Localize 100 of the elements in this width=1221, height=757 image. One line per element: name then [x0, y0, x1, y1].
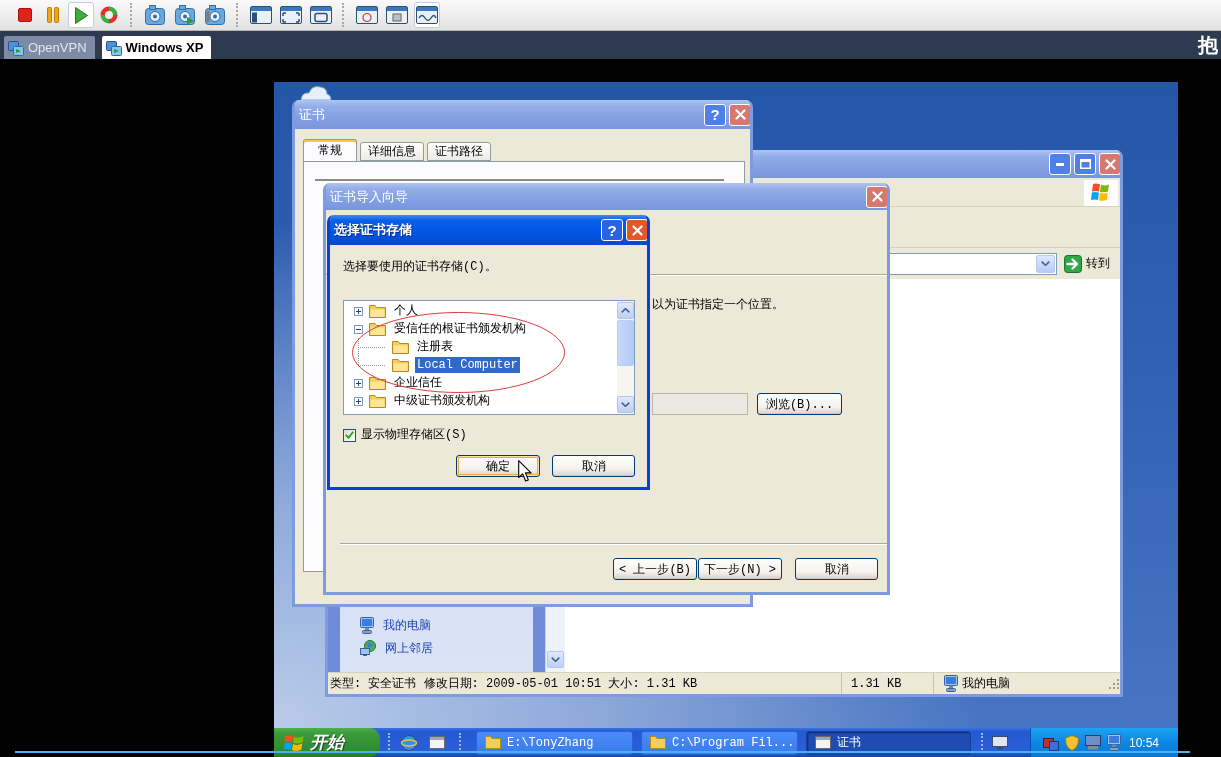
window-box-icon	[386, 6, 408, 24]
clock: 10:54	[1129, 735, 1160, 750]
close-icon	[1104, 158, 1116, 170]
cancel-button[interactable]: 取消	[795, 558, 878, 580]
help-button[interactable]: ?	[704, 103, 726, 126]
expand-icon[interactable]	[354, 396, 363, 406]
go-button[interactable]: 转到	[1062, 251, 1112, 276]
display-icon[interactable]	[1085, 735, 1101, 750]
globe-icon[interactable]	[401, 734, 417, 751]
expand-icon[interactable]	[354, 378, 363, 388]
toolbar-button[interactable]	[68, 2, 94, 28]
tree-item[interactable]: 个人	[392, 303, 420, 319]
monitor-icon[interactable]	[992, 735, 1008, 750]
sidebar-link[interactable]: 我的电脑	[360, 615, 431, 635]
minimize-button[interactable]	[1049, 153, 1071, 175]
scroll-thumb[interactable]	[617, 320, 634, 366]
toolbar-button[interactable]	[142, 2, 168, 28]
scroll-down-button[interactable]	[547, 651, 564, 668]
taskbar-button[interactable]: 证书	[806, 730, 971, 755]
close-button[interactable]	[626, 219, 647, 241]
scroll-up-button[interactable]	[617, 302, 634, 319]
next-button[interactable]: 下一步(N) >	[698, 558, 782, 580]
folder-icon	[392, 358, 409, 372]
status-text: 1.31 KB	[851, 676, 902, 691]
shield-icon[interactable]	[1065, 734, 1079, 751]
cloud-icon	[300, 83, 332, 101]
browse-button[interactable]: 浏览(B)...	[757, 393, 842, 415]
vm-tab[interactable]: Windows XP	[101, 36, 212, 59]
check-icon	[345, 431, 354, 439]
sidebar-link[interactable]: 网上邻居	[360, 638, 433, 658]
toolbar-button[interactable]	[414, 2, 440, 28]
computer-icon	[360, 616, 374, 634]
taskbar-button[interactable]: C:\Program Fil...	[641, 730, 798, 755]
window-expand-icon	[280, 6, 302, 24]
folder-icon	[392, 340, 409, 354]
dialog-button[interactable]: 取消	[552, 455, 635, 477]
collapse-icon[interactable]	[354, 324, 363, 334]
window-icon[interactable]	[429, 736, 445, 749]
close-icon	[631, 224, 643, 236]
toolbar-button[interactable]	[202, 2, 228, 28]
checkbox[interactable]	[343, 428, 356, 442]
folder-icon	[369, 376, 386, 390]
caret-down-icon	[621, 402, 630, 407]
window-sidebar-icon	[250, 6, 272, 24]
resize-grip-icon	[1108, 677, 1120, 690]
prompt-text: 选择要使用的证书存储(C)。	[343, 260, 497, 274]
vm-icon	[8, 39, 24, 56]
mouse-cursor-icon	[518, 460, 532, 482]
status-text: 我的电脑	[962, 676, 1010, 692]
toolbar-button[interactable]	[172, 2, 198, 28]
folder-icon	[369, 394, 386, 408]
go-arrow-icon	[1064, 254, 1082, 273]
close-button[interactable]	[866, 185, 887, 208]
camera-bars-icon	[205, 5, 225, 25]
tree-item[interactable]: 注册表	[415, 339, 455, 355]
caret-up-icon	[621, 308, 630, 313]
folder-icon	[369, 304, 386, 318]
status-text: 类型: 安全证书 修改日期: 2009-05-01 10:51 大小: 1.31 KB	[330, 676, 698, 692]
checkbox-label: 显示物理存储区(S)	[361, 428, 467, 442]
close-icon	[734, 109, 746, 120]
help-button[interactable]: ?	[601, 219, 623, 241]
scroll-down-button[interactable]	[617, 396, 634, 413]
expand-icon[interactable]	[354, 306, 363, 316]
refresh-icon	[100, 6, 118, 24]
close-icon	[871, 191, 883, 202]
folder-icon	[369, 322, 386, 336]
window-title: 证书导入向导	[330, 187, 408, 206]
window-icon	[815, 736, 831, 749]
dialog-button[interactable]: 确定	[456, 455, 540, 477]
minimize-icon	[1056, 162, 1064, 166]
tree-item[interactable]: 受信任的根证书颁发机构	[392, 321, 528, 337]
window-wave-icon	[416, 6, 438, 24]
caret-down-icon	[551, 657, 560, 662]
close-button[interactable]	[1099, 153, 1120, 175]
instruction-text: 以为证书指定一个位置。	[652, 298, 784, 312]
camera-play-icon	[175, 5, 195, 25]
caret-down-icon	[1041, 261, 1050, 266]
tab[interactable]: 证书路径	[427, 142, 491, 161]
maximize-button[interactable]	[1074, 153, 1096, 175]
cut-off-text: 抱	[1198, 33, 1218, 58]
taskbar-button[interactable]: E:\TonyZhang	[476, 730, 633, 755]
close-button[interactable]	[729, 103, 750, 126]
network-icon	[360, 640, 376, 656]
folder-icon	[485, 736, 501, 749]
tree-item[interactable]: 中级证书颁发机构	[392, 393, 492, 409]
dropdown-button[interactable]	[1036, 254, 1055, 273]
tree-item[interactable]: 企业信任	[392, 375, 444, 391]
vm-icon	[105, 39, 122, 56]
tab[interactable]: 常规	[303, 139, 357, 161]
pause-icon	[47, 7, 59, 23]
play-icon	[74, 6, 88, 24]
window-title: 选择证书存储	[334, 221, 412, 239]
start-button[interactable]: 开始	[274, 728, 380, 757]
back-button[interactable]: < 上一步(B)	[613, 558, 697, 580]
stop-icon	[18, 8, 32, 22]
window-fit-icon	[310, 6, 332, 24]
tab[interactable]: 详细信息	[360, 142, 424, 161]
computer-icon[interactable]	[1107, 734, 1121, 751]
tree-item[interactable]: Local Computer	[415, 357, 520, 373]
window-title: 证书	[299, 105, 325, 124]
